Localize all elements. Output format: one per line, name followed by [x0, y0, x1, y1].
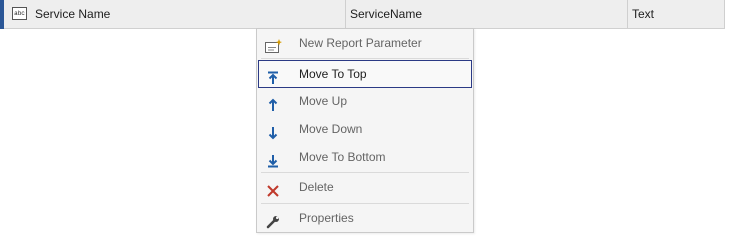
menu-item-move-up[interactable]: Move Up	[258, 87, 472, 115]
parameter-name-cell[interactable]: abc Service Name	[4, 0, 346, 28]
menu-item-label: Move To Top	[299, 67, 367, 81]
menu-item-label: New Report Parameter	[299, 36, 422, 50]
parameter-field-cell[interactable]: ServiceName	[346, 0, 628, 28]
menu-item-label: Move Up	[299, 94, 348, 108]
parameter-name-text: Service Name	[35, 7, 111, 21]
menu-item-new-report-parameter[interactable]: New Report Parameter	[258, 29, 472, 57]
move-up-icon	[266, 94, 280, 111]
menu-item-delete[interactable]: Delete	[258, 173, 472, 201]
menu-item-move-to-bottom[interactable]: Move To Bottom	[258, 143, 472, 171]
move-to-top-icon	[266, 67, 280, 84]
parameter-type-cell[interactable]: Text	[628, 0, 725, 28]
menu-item-move-to-top[interactable]: Move To Top	[258, 60, 472, 88]
menu-item-label: Delete	[299, 180, 334, 194]
move-down-icon	[266, 122, 280, 140]
context-menu: New Report Parameter Move To Top Move Up	[256, 28, 474, 233]
parameter-field-text: ServiceName	[350, 7, 423, 21]
menu-separator	[261, 58, 469, 59]
menu-item-label: Move Down	[299, 122, 363, 136]
new-parameter-icon	[265, 36, 282, 53]
menu-item-label: Move To Bottom	[299, 150, 386, 164]
move-to-bottom-icon	[266, 150, 280, 168]
wrench-icon	[266, 211, 280, 229]
abc-text-icon: abc	[12, 7, 27, 21]
menu-item-label: Properties	[299, 211, 354, 225]
menu-item-move-down[interactable]: Move Down	[258, 115, 472, 143]
parameter-row[interactable]: abc Service Name ServiceName Text	[0, 0, 725, 29]
delete-icon	[266, 180, 280, 197]
parameter-type-text: Text	[632, 7, 655, 21]
menu-item-properties[interactable]: Properties	[258, 204, 472, 232]
